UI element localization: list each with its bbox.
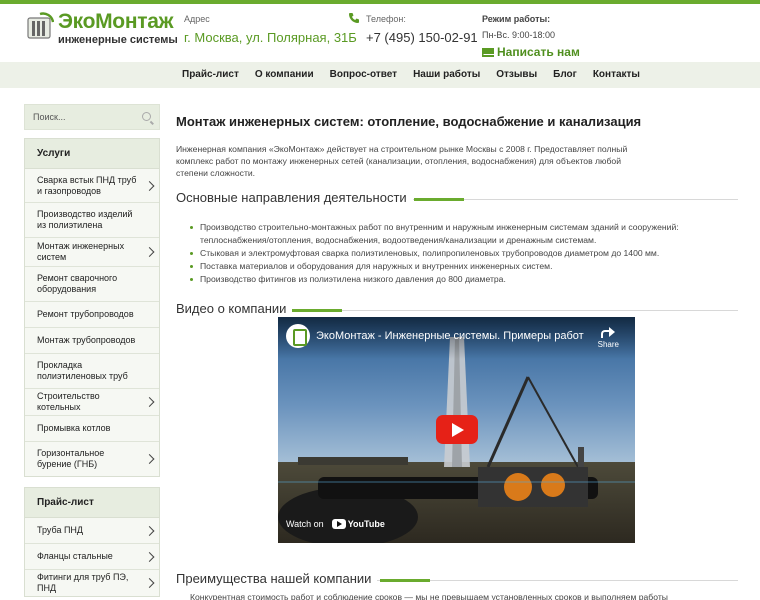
directions-title: Основные направления деятельности — [176, 190, 413, 205]
sidebar-item-boiler-flushing[interactable]: Промывка котлов — [25, 416, 159, 442]
chevron-right-icon — [144, 578, 155, 588]
sidebar: Услуги Сварка встык ПНД труб и газопрово… — [24, 104, 160, 600]
directions-list: Производство строительно-монтажных работ… — [176, 221, 738, 286]
logo-title-part2: Монтаж — [95, 10, 174, 33]
directions-heading: Основные направления деятельности — [176, 189, 738, 207]
heading-accent — [414, 198, 464, 201]
share-label: Share — [597, 340, 619, 349]
logo-title: ЭкоМонтаж — [58, 10, 173, 34]
nav-items: Прайс-лист О компании Вопрос-ответ Наши … — [182, 62, 656, 88]
address-value: г. Москва, ул. Полярная, 31Б — [184, 30, 357, 45]
share-icon — [601, 325, 616, 338]
nav-item-works[interactable]: Наши работы — [413, 62, 480, 88]
sidebar-item-label: Горизонтальное бурение (ГНБ) — [37, 448, 105, 469]
video-heading: Видео о компании — [176, 300, 738, 318]
sidebar-item-engineering-systems[interactable]: Монтаж инженерных систем — [25, 238, 159, 267]
youtube-label: YouTube — [347, 519, 385, 529]
channel-avatar[interactable] — [286, 324, 310, 348]
sidebar-item-pipeline-repair[interactable]: Ремонт трубопроводов — [25, 302, 159, 328]
list-item: Производство фитингов из полиэтилена низ… — [190, 273, 738, 286]
site-header: ЭкоМонтаж инженерные системы Адрес г. Мо… — [0, 4, 760, 62]
sidebar-item-label: Монтаж инженерных систем — [37, 241, 125, 262]
sidebar-item-pe-fittings[interactable]: Фитинги для труб ПЭ, ПНД — [25, 570, 159, 596]
sidebar-item-label: Фитинги для труб ПЭ, ПНД — [37, 572, 129, 593]
phone-number[interactable]: +7 (495) 150-02-91 — [366, 30, 478, 45]
watch-on-label: Watch on — [286, 519, 324, 529]
chevron-right-icon — [144, 525, 155, 536]
sidebar-item-pipeline-install[interactable]: Монтаж трубопроводов — [25, 328, 159, 354]
sidebar-item-hdd[interactable]: Горизонтальное бурение (ГНБ) — [25, 442, 159, 476]
youtube-icon — [331, 519, 346, 529]
chevron-right-icon — [144, 247, 155, 257]
logo[interactable]: ЭкоМонтаж инженерные системы — [26, 10, 178, 50]
watch-on-youtube[interactable]: Watch on YouTube — [286, 519, 385, 529]
sidebar-item-label: Ремонт сварочного оборудования — [37, 273, 118, 294]
address-block: Адрес г. Москва, ул. Полярная, 31Б — [184, 14, 357, 45]
sidebar-item-steel-flanges[interactable]: Фланцы стальные — [25, 544, 159, 570]
phone-icon — [349, 13, 359, 23]
sidebar-item-label: Строительство котельных — [37, 391, 100, 412]
heading-accent — [292, 309, 342, 312]
search-icon[interactable] — [142, 112, 151, 121]
envelope-icon — [482, 48, 494, 57]
nav-item-reviews[interactable]: Отзывы — [496, 62, 537, 88]
hours-value: Пн-Вс. 9:00-18:00 — [482, 30, 555, 40]
heading-accent — [380, 579, 430, 582]
nav-item-faq[interactable]: Вопрос-ответ — [330, 62, 397, 88]
video-player[interactable]: ЭкоМонтаж - Инженерные системы. Примеры … — [278, 317, 635, 543]
nav-item-blog[interactable]: Блог — [553, 62, 577, 88]
sidebar-item-pe-laying[interactable]: Прокладка полиэтиленовых труб — [25, 354, 159, 389]
sidebar-item-label: Производство изделий из полиэтилена — [37, 209, 133, 230]
search-input[interactable] — [25, 105, 159, 129]
phone-label: Телефон: — [366, 14, 406, 24]
sidebar-item-welding[interactable]: Сварка встык ПНД труб и газопроводов — [25, 169, 159, 203]
play-button[interactable] — [436, 415, 478, 444]
sidebar-item-label: Ремонт трубопроводов — [37, 309, 134, 319]
list-item: Стыковая и электромуфтовая сварка полиэт… — [190, 247, 738, 260]
advantages-text: Конкурентная стоимость работ и соблюдени… — [190, 592, 668, 600]
hours-block: Режим работы: Пн-Вс. 9:00-18:00 — [482, 14, 555, 40]
page-title: Монтаж инженерных систем: отопление, вод… — [176, 114, 642, 129]
sidebar-item-label: Монтаж трубопроводов — [37, 335, 136, 345]
logo-title-part1: Эко — [58, 10, 96, 33]
video-section-title: Видео о компании — [176, 301, 293, 316]
sidebar-item-welding-repair[interactable]: Ремонт сварочного оборудования — [25, 267, 159, 302]
sidebar-item-label: Прокладка полиэтиленовых труб — [37, 360, 128, 381]
price-title: Прайс-лист — [25, 488, 159, 518]
chevron-right-icon — [144, 180, 155, 191]
sidebar-item-boiler-construction[interactable]: Строительство котельных — [25, 389, 159, 416]
services-block: Услуги Сварка встык ПНД труб и газопрово… — [24, 138, 160, 477]
logo-icon — [27, 12, 54, 39]
intro-text: Инженерная компания «ЭкоМонтаж» действуе… — [176, 144, 628, 178]
price-block: Прайс-лист Труба ПНД Фланцы стальные Фит… — [24, 487, 160, 597]
write-us-label: Написать нам — [497, 45, 580, 59]
share-button[interactable]: Share — [598, 325, 619, 349]
search-box — [24, 104, 160, 130]
advantages-heading: Преимущества нашей компании — [176, 570, 738, 588]
chevron-right-icon — [144, 551, 155, 562]
sidebar-item-pnd-pipe[interactable]: Труба ПНД — [25, 518, 159, 544]
advantages-title: Преимущества нашей компании — [176, 571, 378, 586]
nav-item-contacts[interactable]: Контакты — [593, 62, 640, 88]
list-item: Поставка материалов и оборудования для н… — [190, 260, 738, 273]
video-title[interactable]: ЭкоМонтаж - Инженерные системы. Примеры … — [316, 330, 584, 342]
logo-subtitle: инженерные системы — [58, 34, 178, 46]
sidebar-item-label: Труба ПНД — [37, 525, 84, 535]
sidebar-item-label: Сварка встык ПНД труб и газопроводов — [37, 174, 137, 196]
chevron-right-icon — [144, 397, 155, 407]
sidebar-item-label: Промывка котлов — [37, 423, 111, 433]
write-us-link[interactable]: Написать нам — [482, 45, 580, 59]
sidebar-item-label: Фланцы стальные — [37, 551, 113, 561]
services-title: Услуги — [25, 139, 159, 169]
sidebar-item-pe-production[interactable]: Производство изделий из полиэтилена — [25, 203, 159, 238]
nav-item-price[interactable]: Прайс-лист — [182, 62, 239, 88]
address-label: Адрес — [184, 14, 210, 24]
main-nav: Прайс-лист О компании Вопрос-ответ Наши … — [0, 62, 760, 88]
list-item: Производство строительно-монтажных работ… — [190, 221, 738, 247]
chevron-right-icon — [144, 454, 155, 464]
main-content: Монтаж инженерных систем: отопление, вод… — [176, 104, 738, 600]
nav-item-about[interactable]: О компании — [255, 62, 314, 88]
hours-label: Режим работы: — [482, 14, 551, 24]
